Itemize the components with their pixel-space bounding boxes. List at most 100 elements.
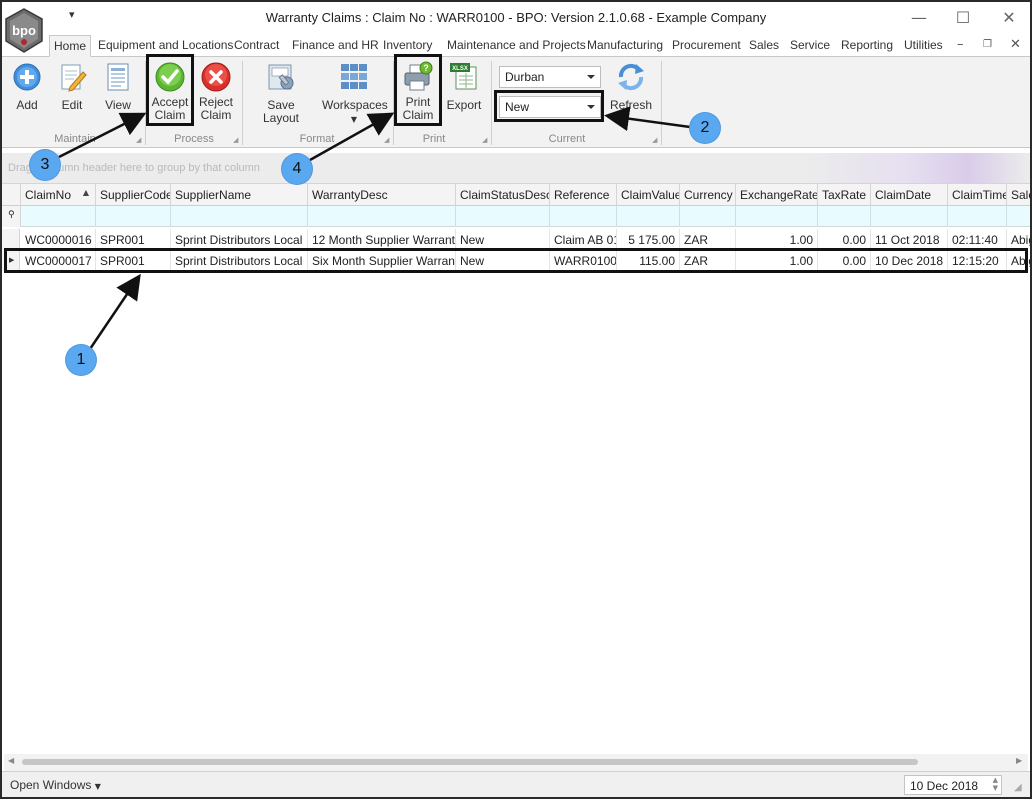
minimize-button[interactable]: — bbox=[904, 6, 934, 30]
col-header-claimtime[interactable]: ClaimTime bbox=[948, 184, 1007, 206]
row-focus-indicator[interactable]: ▶ bbox=[2, 250, 20, 271]
cell-currency[interactable]: ZAR bbox=[680, 229, 736, 250]
cell-suppliercode[interactable]: SPR001 bbox=[96, 229, 171, 250]
accept-claim-button[interactable]: Accept Claim bbox=[149, 61, 191, 122]
col-header-suppliername[interactable]: SupplierName bbox=[171, 184, 308, 206]
tab-finance-and-hr[interactable]: Finance and HR bbox=[292, 38, 379, 56]
tab-equipment-and-locations[interactable]: Equipment and Locations bbox=[98, 38, 233, 56]
row-indicator[interactable] bbox=[2, 229, 20, 250]
cell-sale[interactable]: Abig bbox=[1007, 250, 1030, 271]
refresh-button[interactable]: Refresh bbox=[609, 61, 653, 112]
cell-suppliername[interactable]: Sprint Distributors Local bbox=[171, 229, 308, 250]
cell-claimstatusdesc[interactable]: New bbox=[456, 229, 550, 250]
cell-claimno[interactable]: WC0000017 bbox=[21, 250, 96, 271]
cell-claimtime[interactable]: 02:11:40 bbox=[948, 229, 1007, 250]
auto-filter-row[interactable]: ⚲ bbox=[2, 206, 1030, 227]
view-button[interactable]: View bbox=[101, 61, 135, 112]
open-windows-menu[interactable]: Open Windows ▼ bbox=[10, 778, 101, 792]
tab-service[interactable]: Service bbox=[790, 38, 830, 56]
cell-reference[interactable]: WARR0100 bbox=[550, 250, 617, 271]
cell-warrantydesc[interactable]: Six Month Supplier Warranty bbox=[308, 250, 456, 271]
cell-taxrate[interactable]: 0.00 bbox=[818, 229, 871, 250]
edit-button[interactable]: Edit bbox=[55, 61, 89, 112]
current-launcher-icon[interactable]: ◢ bbox=[652, 136, 657, 144]
col-header-currency[interactable]: Currency bbox=[680, 184, 736, 206]
col-header-exchangerate[interactable]: ExchangeRate bbox=[736, 184, 818, 206]
scrollbar-thumb[interactable] bbox=[22, 759, 918, 765]
print-claim-button[interactable]: ? Print Claim bbox=[398, 61, 438, 122]
cell-exchangerate[interactable]: 1.00 bbox=[736, 250, 818, 271]
print-launcher-icon[interactable]: ◢ bbox=[482, 136, 487, 144]
filter-cell[interactable] bbox=[96, 206, 171, 227]
filter-cell[interactable] bbox=[617, 206, 680, 227]
filter-cell[interactable] bbox=[550, 206, 617, 227]
col-header-warrantydesc[interactable]: WarrantyDesc bbox=[308, 184, 456, 206]
tab-maintenance-and-projects[interactable]: Maintenance and Projects bbox=[447, 38, 586, 56]
cell-suppliername[interactable]: Sprint Distributors Local bbox=[171, 250, 308, 271]
cell-claimtime[interactable]: 12:15:20 bbox=[948, 250, 1007, 271]
cell-sale[interactable]: Abig bbox=[1007, 229, 1030, 250]
filter-cell[interactable] bbox=[948, 206, 1007, 227]
scroll-right-icon[interactable]: ▶ bbox=[1016, 756, 1022, 765]
filter-cell[interactable] bbox=[171, 206, 308, 227]
cell-exchangerate[interactable]: 1.00 bbox=[736, 229, 818, 250]
filter-cell[interactable] bbox=[818, 206, 871, 227]
cell-claimno[interactable]: WC0000016 bbox=[21, 229, 96, 250]
tab-manufacturing[interactable]: Manufacturing bbox=[587, 38, 663, 56]
cell-claimvalue[interactable]: 115.00 bbox=[617, 250, 680, 271]
table-row-selected[interactable]: ▶ WC0000017 SPR001 Sprint Distributors L… bbox=[2, 250, 1030, 271]
filter-cell[interactable] bbox=[871, 206, 948, 227]
col-header-sale[interactable]: Sale bbox=[1007, 184, 1030, 206]
cell-claimvalue[interactable]: 5 175.00 bbox=[617, 229, 680, 250]
add-button[interactable]: Add bbox=[10, 61, 44, 112]
format-launcher-icon[interactable]: ◢ bbox=[384, 136, 389, 144]
tab-inventory[interactable]: Inventory bbox=[383, 38, 432, 56]
col-header-claimstatusdesc[interactable]: ClaimStatusDesc bbox=[456, 184, 550, 206]
group-by-panel[interactable]: Drag a column header here to group by th… bbox=[2, 153, 1030, 184]
mdi-restore-icon[interactable]: ❐ bbox=[983, 39, 992, 50]
cell-claimdate[interactable]: 10 Dec 2018 bbox=[871, 250, 948, 271]
export-button[interactable]: XLSX Export bbox=[444, 61, 484, 112]
col-header-reference[interactable]: Reference bbox=[550, 184, 617, 206]
col-header-suppliercode[interactable]: SupplierCode bbox=[96, 184, 171, 206]
tab-contract[interactable]: Contract bbox=[234, 38, 279, 56]
filter-cell[interactable] bbox=[736, 206, 818, 227]
tab-sales[interactable]: Sales bbox=[749, 38, 779, 56]
resize-grip-icon[interactable]: ◢ bbox=[1014, 782, 1022, 793]
cell-reference[interactable]: Claim AB 01 bbox=[550, 229, 617, 250]
col-header-claimno[interactable]: ClaimNo ▲ bbox=[21, 184, 96, 206]
filter-cell[interactable] bbox=[308, 206, 456, 227]
col-header-claimvalue[interactable]: ClaimValue bbox=[617, 184, 680, 206]
grid-corner[interactable] bbox=[2, 184, 21, 206]
col-header-claimdate[interactable]: ClaimDate bbox=[871, 184, 948, 206]
tab-utilities[interactable]: Utilities bbox=[904, 38, 943, 56]
filter-cell[interactable] bbox=[21, 206, 96, 227]
process-launcher-icon[interactable]: ◢ bbox=[233, 136, 238, 144]
cell-currency[interactable]: ZAR bbox=[680, 250, 736, 271]
tab-home[interactable]: Home bbox=[49, 35, 92, 57]
reject-claim-button[interactable]: Reject Claim bbox=[196, 61, 236, 122]
save-layout-button[interactable]: Save Layout bbox=[249, 61, 313, 125]
cell-taxrate[interactable]: 0.00 bbox=[818, 250, 871, 271]
site-combo[interactable]: Durban bbox=[499, 66, 601, 88]
close-button[interactable]: ✕ bbox=[994, 6, 1024, 30]
workspaces-button[interactable]: Workspaces ▼ bbox=[322, 61, 388, 126]
cell-claimdate[interactable]: 11 Oct 2018 bbox=[871, 229, 948, 250]
horizontal-scrollbar[interactable]: ◀ ▶ bbox=[4, 754, 1028, 771]
tab-reporting[interactable]: Reporting bbox=[841, 38, 893, 56]
mdi-close-icon[interactable]: ✕ bbox=[1010, 37, 1021, 52]
col-header-taxrate[interactable]: TaxRate bbox=[818, 184, 871, 206]
tab-procurement[interactable]: Procurement bbox=[672, 38, 741, 56]
cell-warrantydesc[interactable]: 12 Month Supplier Warranty bbox=[308, 229, 456, 250]
bpo-logo[interactable]: bpo bbox=[4, 8, 44, 54]
table-row[interactable]: WC0000016 SPR001 Sprint Distributors Loc… bbox=[2, 229, 1030, 250]
filter-cell[interactable] bbox=[456, 206, 550, 227]
filter-cell[interactable] bbox=[680, 206, 736, 227]
scroll-left-icon[interactable]: ◀ bbox=[8, 756, 14, 765]
maintain-launcher-icon[interactable]: ◢ bbox=[136, 136, 141, 144]
date-spin-icon[interactable]: ▲ ▼ bbox=[993, 776, 998, 792]
maximize-button[interactable]: ☐ bbox=[948, 6, 978, 30]
status-combo[interactable]: New bbox=[499, 96, 601, 118]
mdi-minimize-icon[interactable]: – bbox=[957, 37, 964, 52]
cell-claimstatusdesc[interactable]: New bbox=[456, 250, 550, 271]
